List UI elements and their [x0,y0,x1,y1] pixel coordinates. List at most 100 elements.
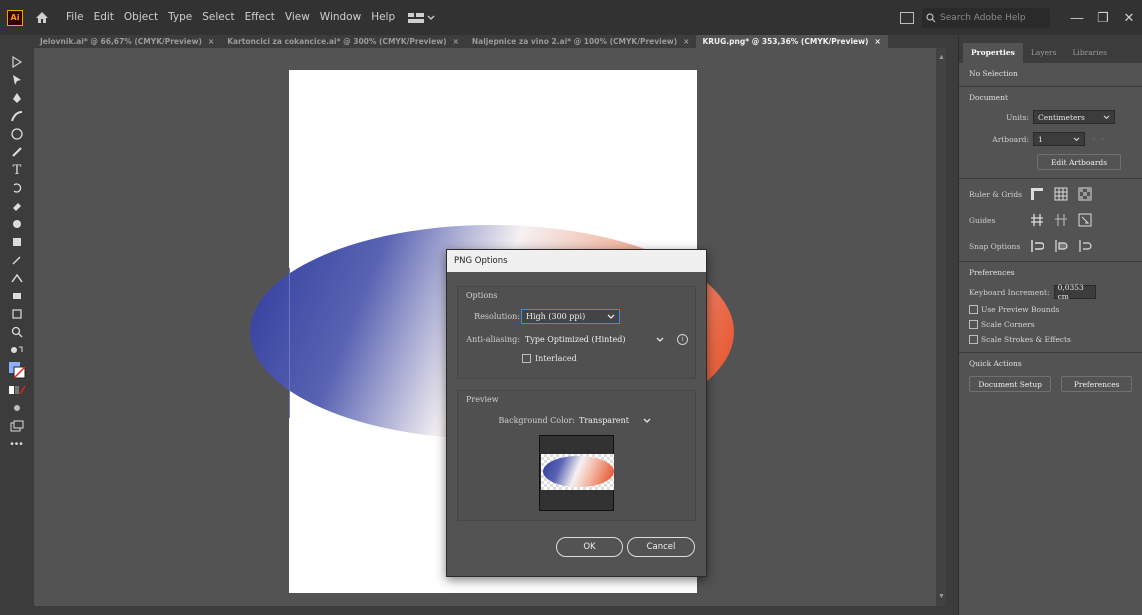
artboard-select[interactable]: 1 [1033,132,1085,146]
type-tool-icon[interactable]: T [6,161,28,179]
blend-tool-icon[interactable] [6,269,28,287]
antialiasing-select[interactable]: Type Optimized (Hinted) [521,332,668,347]
resolution-select[interactable]: High (300 ppi) [521,309,620,324]
edit-artboards-button[interactable]: Edit Artboards [1037,154,1121,170]
tab-jelovnik[interactable]: Jelovnik.ai* @ 66,67% (CMYK/Preview) × [34,35,221,48]
more-tools-icon[interactable]: ••• [6,435,28,453]
lock-guides-icon[interactable] [1053,213,1069,227]
interlaced-label: Interlaced [535,354,577,363]
scale-corners-checkbox[interactable]: Scale Corners [969,320,1132,329]
ellipse-tool-icon[interactable] [6,125,28,143]
vertical-scrollbar[interactable]: ▲ ▼ [936,48,946,606]
preview-ellipse [543,456,614,487]
snap-to-glyph-icon[interactable] [1077,239,1093,253]
tab-naljepnice[interactable]: Naljepnice za vino 2.ai* @ 100% (CMYK/Pr… [466,35,697,48]
close-tab-icon[interactable]: × [683,37,689,46]
show-guides-icon[interactable] [1029,213,1045,227]
fill-stroke-icon[interactable] [6,359,28,381]
tab-label: Kartoncici za cokancice.ai* @ 300% (CMYK… [227,37,447,46]
brush-tool-icon[interactable] [6,251,28,269]
close-window-button[interactable]: ✕ [1116,10,1142,26]
background-color-value: Transparent [579,416,630,425]
home-icon[interactable] [33,9,51,27]
menu-object[interactable]: Object [119,0,163,35]
use-preview-bounds-checkbox[interactable]: Use Preview Bounds [969,305,1132,314]
menu-effect[interactable]: Effect [240,0,280,35]
keyboard-increment-input[interactable]: 0,0353 cm [1053,283,1096,301]
next-artboard-icon[interactable]: › [1101,136,1103,143]
document-tabs: Jelovnik.ai* @ 66,67% (CMYK/Preview) × Ka… [34,35,946,48]
minimize-button[interactable]: — [1064,10,1090,25]
artboard-resize-tool-icon[interactable] [6,305,28,323]
preferences-heading: Preferences [969,268,1015,277]
search-help-input[interactable]: Search Adobe Help [922,7,1050,28]
tab-properties[interactable]: Properties [963,43,1023,63]
grid-icon[interactable] [1053,187,1069,201]
pencil-tool-icon[interactable] [6,143,28,161]
tab-kartoncici[interactable]: Kartoncici za cokancice.ai* @ 300% (CMYK… [221,35,466,48]
ruler-icon[interactable] [1029,187,1045,201]
artboard-label: Artboard: [992,134,1029,144]
background-color-select[interactable]: Transparent [575,413,655,428]
close-tab-icon[interactable]: × [208,37,214,46]
preview-group-title: Preview [466,395,499,404]
document-setup-button[interactable]: Document Setup [969,376,1052,392]
menu-edit[interactable]: Edit [89,0,119,35]
arrange-documents-icon[interactable] [900,11,914,24]
transparency-grid-icon[interactable] [1077,187,1093,201]
prev-artboard-icon[interactable]: ‹ [1093,136,1095,143]
eyedropper-tool-icon[interactable] [6,287,28,305]
pen-tool-icon[interactable] [6,89,28,107]
keyboard-increment-label: Keyboard Increment: [969,287,1050,297]
units-select[interactable]: Centimeters [1033,110,1115,124]
restore-button[interactable]: ❐ [1090,10,1116,26]
panel-collapse-strip[interactable] [946,35,958,615]
color-mode-icon[interactable] [6,381,28,399]
artboard-tool-icon[interactable] [6,53,28,71]
chevron-down-icon [1073,136,1080,141]
snap-to-pixel-icon[interactable] [1053,239,1069,253]
quick-actions-section: Quick Actions Document Setup Preferences [959,353,1142,400]
tab-krug[interactable]: KRUG.png* @ 353,36% (CMYK/Preview) × [696,35,888,48]
preferences-button[interactable]: Preferences [1061,376,1132,392]
menu-help[interactable]: Help [366,0,400,35]
curvature-tool-icon[interactable] [6,107,28,125]
selection-tool-icon[interactable] [6,71,28,89]
scroll-up-icon[interactable]: ▲ [938,54,945,61]
checkbox-box [522,354,531,363]
chevron-down-icon [1103,114,1110,119]
selection-status: No Selection [969,69,1018,78]
resolution-label: Resolution: [474,312,520,321]
scroll-down-icon[interactable]: ▼ [938,593,945,600]
info-icon[interactable]: i [677,334,688,345]
cancel-button[interactable]: Cancel [627,537,695,557]
draw-mode-icon[interactable] [6,399,28,417]
menu-select[interactable]: Select [197,0,239,35]
smart-guides-icon[interactable] [1077,213,1093,227]
dialog-title: PNG Options [447,250,706,272]
app-logo: Ai [7,9,23,26]
rectangle-tool-icon[interactable] [6,233,28,251]
menu-file[interactable]: File [61,0,89,35]
zoom-tool-icon[interactable] [6,323,28,341]
snap-to-point-icon[interactable] [1029,239,1045,253]
close-tab-icon[interactable]: × [453,37,459,46]
warp-tool-icon[interactable] [6,215,28,233]
tab-layers[interactable]: Layers [1023,43,1065,63]
swap-colors-icon[interactable] [6,341,28,359]
ok-button[interactable]: OK [556,537,623,557]
menu-window[interactable]: Window [315,0,366,35]
rotate-tool-icon[interactable] [6,179,28,197]
workspace-switcher[interactable] [408,12,435,23]
scale-strokes-checkbox[interactable]: Scale Strokes & Effects [969,335,1132,344]
menu-view[interactable]: View [280,0,315,35]
chevron-down-icon [427,15,435,20]
properties-panel: Properties Layers Libraries No Selection… [958,35,1142,615]
interlaced-checkbox[interactable]: Interlaced [522,354,577,363]
eraser-tool-icon[interactable] [6,197,28,215]
screen-mode-icon[interactable] [6,417,28,435]
tab-libraries[interactable]: Libraries [1064,43,1115,63]
close-tab-icon[interactable]: × [875,37,881,46]
menu-type[interactable]: Type [163,0,197,35]
rulers-guides-section: Ruler & Grids Guides Snap Options [959,179,1142,262]
